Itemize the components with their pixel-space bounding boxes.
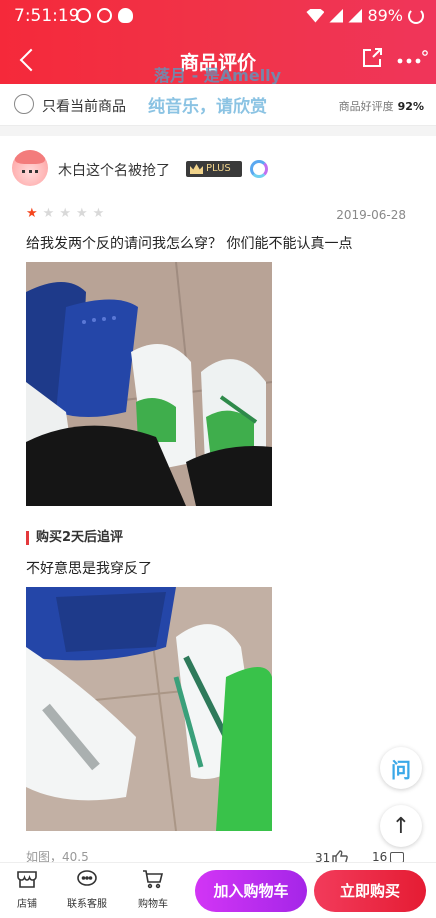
review-photo-1[interactable] xyxy=(26,262,272,506)
review-content: 给我发两个反的请问我怎么穿？ 你们能不能认真一点 xyxy=(26,236,353,252)
cart-icon xyxy=(143,870,164,889)
rating-value: 92% xyxy=(397,100,424,113)
star-icon: ★ xyxy=(75,206,88,221)
only-current-label[interactable]: 只看当前商品 xyxy=(42,96,126,116)
message-icon xyxy=(97,8,112,23)
add-to-cart-button[interactable]: 加入购物车 xyxy=(195,870,307,912)
watermark-line-1: 落月 - 是Amelly xyxy=(154,66,282,85)
rating-summary: 商品好评度 92% xyxy=(339,98,424,114)
buy-now-button[interactable]: 立即购买 xyxy=(314,870,426,912)
star-icon: ★ xyxy=(42,206,55,221)
star-icon: ★ xyxy=(59,206,71,221)
review-date: 2019-06-28 xyxy=(336,208,406,222)
avatar[interactable] xyxy=(12,150,48,186)
store-icon xyxy=(17,871,37,888)
comment-icon xyxy=(390,851,405,863)
status-notification-icons xyxy=(76,8,133,23)
signal-icon-2 xyxy=(348,8,363,23)
star-icon: ★ xyxy=(92,206,105,221)
share-icon[interactable] xyxy=(360,46,384,70)
tab-customer-service-label: 联系客服 xyxy=(67,899,107,910)
followup-title: 购买2天后追评 xyxy=(26,530,123,546)
tab-store-label: 店铺 xyxy=(17,899,37,910)
qq-icon xyxy=(118,8,133,23)
star-rating: ★ ★ ★ ★ ★ xyxy=(26,207,104,220)
battery-icon xyxy=(408,7,424,24)
notification-icon xyxy=(76,8,91,23)
star-icon: ★ xyxy=(26,206,38,221)
status-time: 7:51:19 xyxy=(14,6,80,26)
arrow-up-icon: ↑ xyxy=(391,813,411,839)
wifi-icon xyxy=(306,8,325,23)
status-right: 89% xyxy=(306,6,424,25)
bottom-bar: 店铺 联系客服 购物车 加入购物车 立即购买 xyxy=(0,862,436,918)
ask-button[interactable]: 问 xyxy=(380,747,422,789)
review-photo-2[interactable] xyxy=(26,587,272,831)
more-icon[interactable] xyxy=(396,50,428,68)
status-bar: 7:51:19 89% xyxy=(0,0,436,32)
member-level-icon xyxy=(250,160,268,178)
customer-service-icon xyxy=(77,870,97,886)
username: 木白这个名被抢了 xyxy=(58,163,170,179)
tab-cart-label: 购物车 xyxy=(138,899,168,910)
review-page: 7:51:19 89% 商品评价 落月 - 是Amelly 只看当前商品 商品好… xyxy=(0,0,436,918)
tab-customer-service[interactable]: 联系客服 xyxy=(62,869,112,910)
plus-badge: PLUS xyxy=(186,161,242,177)
tab-store[interactable]: 店铺 xyxy=(2,869,52,910)
tab-cart[interactable]: 购物车 xyxy=(128,869,178,910)
crown-icon xyxy=(190,164,203,174)
only-current-radio[interactable] xyxy=(14,94,34,114)
followup-content: 不好意思是我穿反了 xyxy=(26,561,152,577)
watermark-line-2: 纯音乐，请欣赏 xyxy=(148,97,267,117)
rating-label: 商品好评度 xyxy=(338,100,394,113)
divider xyxy=(0,126,436,136)
ask-icon: 问 xyxy=(391,757,411,782)
signal-icon xyxy=(329,8,344,23)
plus-badge-label: PLUS xyxy=(206,163,231,174)
battery-percent: 89% xyxy=(367,6,403,25)
back-to-top-button[interactable]: ↑ xyxy=(380,805,422,847)
